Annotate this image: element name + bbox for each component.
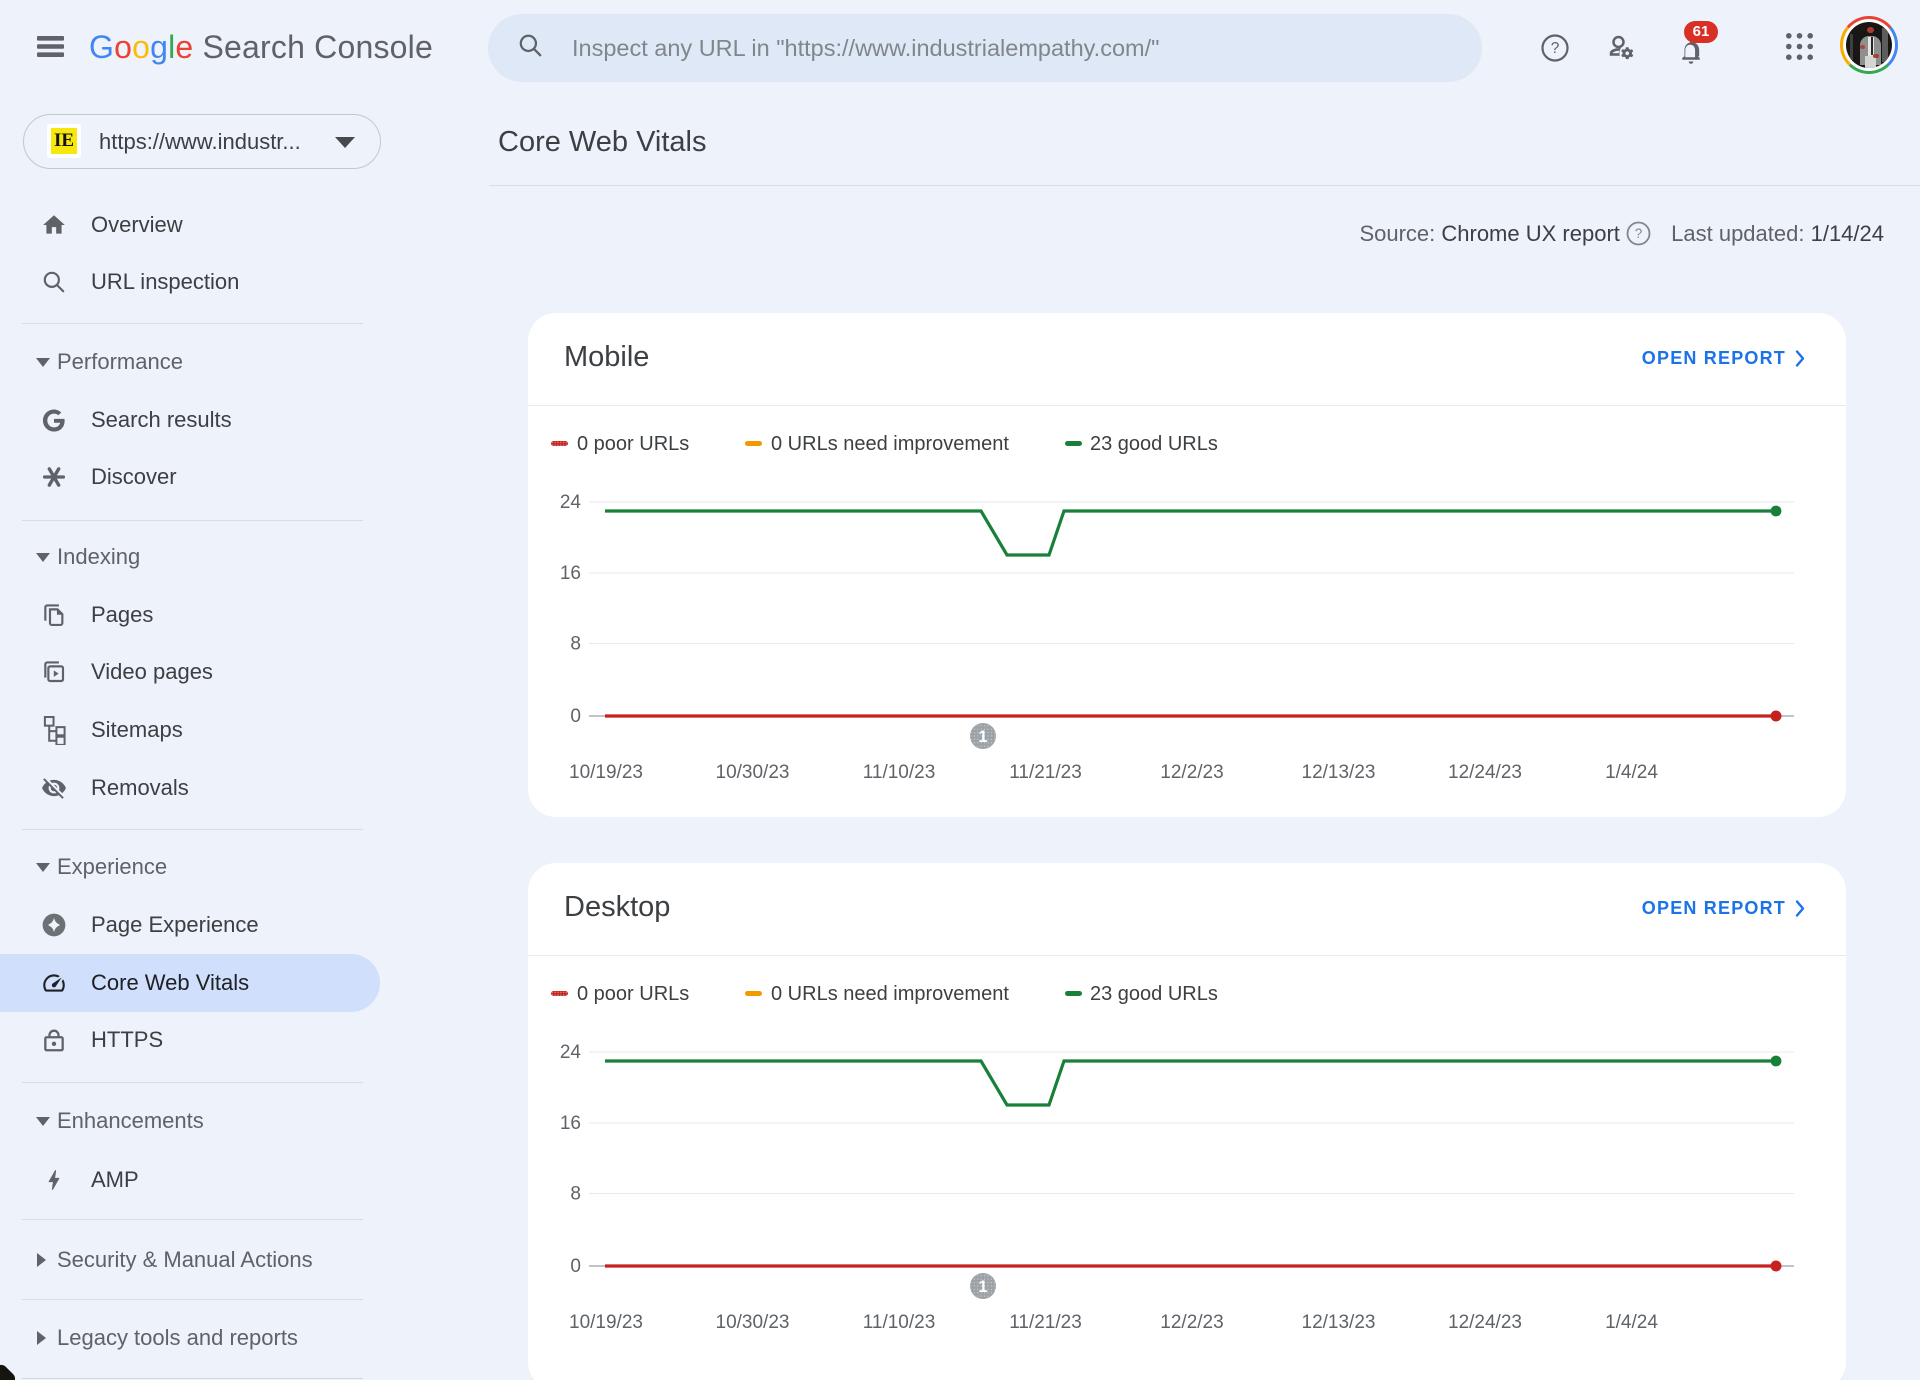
svg-text:12/2/23: 12/2/23 (1160, 1312, 1223, 1333)
svg-text:16: 16 (560, 563, 581, 584)
svg-text:12/13/23: 12/13/23 (1302, 1312, 1376, 1333)
svg-text:16: 16 (560, 1113, 581, 1134)
svg-text:1: 1 (978, 728, 987, 746)
svg-text:10/19/23: 10/19/23 (569, 762, 643, 783)
svg-text:8: 8 (570, 634, 581, 655)
svg-text:11/21/23: 11/21/23 (1009, 762, 1082, 783)
svg-text:1: 1 (978, 1278, 987, 1296)
svg-text:24: 24 (560, 492, 582, 513)
svg-text:0: 0 (570, 706, 581, 727)
svg-text:8: 8 (570, 1184, 581, 1205)
svg-text:12/24/23: 12/24/23 (1448, 1312, 1522, 1333)
svg-text:24: 24 (560, 1042, 582, 1063)
svg-text:10/30/23: 10/30/23 (716, 1312, 790, 1333)
svg-text:11/10/23: 11/10/23 (863, 1312, 936, 1333)
svg-text:12/2/23: 12/2/23 (1160, 762, 1223, 783)
svg-text:12/13/23: 12/13/23 (1302, 762, 1376, 783)
svg-text:?: ? (1551, 40, 1560, 57)
svg-text:11/21/23: 11/21/23 (1009, 1312, 1082, 1333)
svg-text:?: ? (1635, 226, 1643, 241)
svg-text:10/19/23: 10/19/23 (569, 1312, 643, 1333)
svg-text:1/4/24: 1/4/24 (1605, 1312, 1658, 1333)
svg-text:0: 0 (570, 1256, 581, 1277)
svg-text:1/4/24: 1/4/24 (1605, 762, 1658, 783)
svg-text:10/30/23: 10/30/23 (716, 762, 790, 783)
svg-text:11/10/23: 11/10/23 (863, 762, 936, 783)
svg-text:12/24/23: 12/24/23 (1448, 762, 1522, 783)
